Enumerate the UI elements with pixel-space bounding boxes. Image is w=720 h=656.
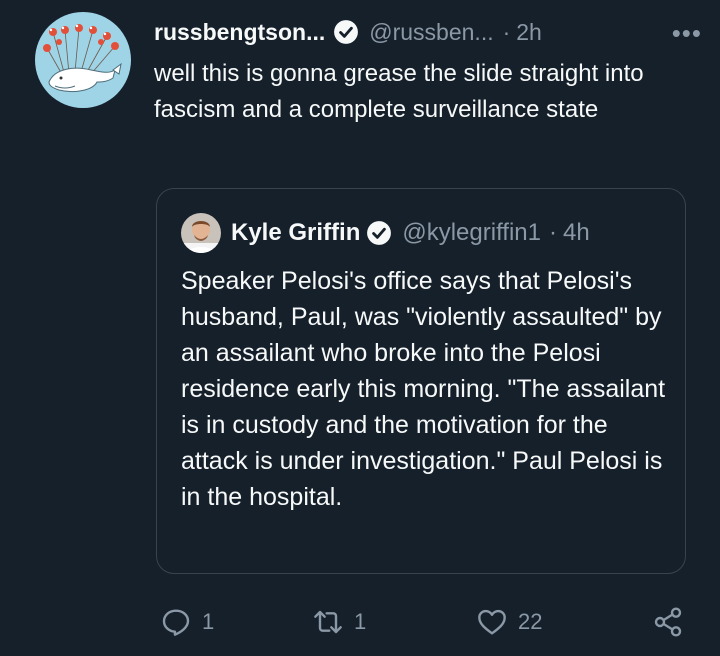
quote-avatar[interactable]: [181, 213, 221, 253]
quote-text: Speaker Pelosi's office says that Pelosi…: [181, 267, 666, 511]
avatar[interactable]: [35, 12, 131, 108]
like-icon: [478, 609, 506, 635]
quote-tweet-card[interactable]: Kyle Griffin @kylegriffin1 · 4h Speaker …: [156, 188, 686, 574]
separator-dot: ·: [502, 18, 511, 45]
quote-timestamp[interactable]: 4h: [563, 219, 590, 247]
retweet-button[interactable]: 1: [312, 600, 366, 644]
retweet-icon: [314, 610, 342, 634]
user-handle[interactable]: @russben...: [369, 19, 493, 46]
like-count: 22: [518, 609, 543, 634]
reply-count: 1: [202, 609, 215, 634]
quote-display-name[interactable]: Kyle Griffin: [231, 219, 360, 247]
like-button[interactable]: 22: [476, 600, 542, 644]
quote-header: Kyle Griffin @kylegriffin1 · 4h: [181, 213, 590, 253]
fail-whale-avatar-icon: [35, 12, 131, 108]
quote-handle[interactable]: @kylegriffin1: [402, 219, 541, 247]
person-avatar-icon: [181, 213, 221, 253]
display-name[interactable]: russbengtson...: [154, 19, 325, 46]
tweet-actions: 1 1 22: [0, 600, 720, 644]
timestamp[interactable]: 2h: [516, 19, 542, 46]
more-icon[interactable]: •••: [672, 18, 702, 49]
tweet-text: well this is gonna grease the slide stra…: [154, 60, 644, 123]
tweet-header: russbengtson... @russben... · 2h •••: [154, 16, 710, 48]
reply-icon: [162, 609, 190, 636]
reply-button[interactable]: 1: [160, 600, 214, 644]
retweet-count: 1: [354, 609, 367, 634]
verified-icon: [367, 221, 392, 245]
verified-icon: [334, 20, 359, 44]
share-button[interactable]: [652, 600, 684, 644]
share-icon: [654, 607, 682, 637]
separator-dot: ·: [549, 219, 558, 246]
